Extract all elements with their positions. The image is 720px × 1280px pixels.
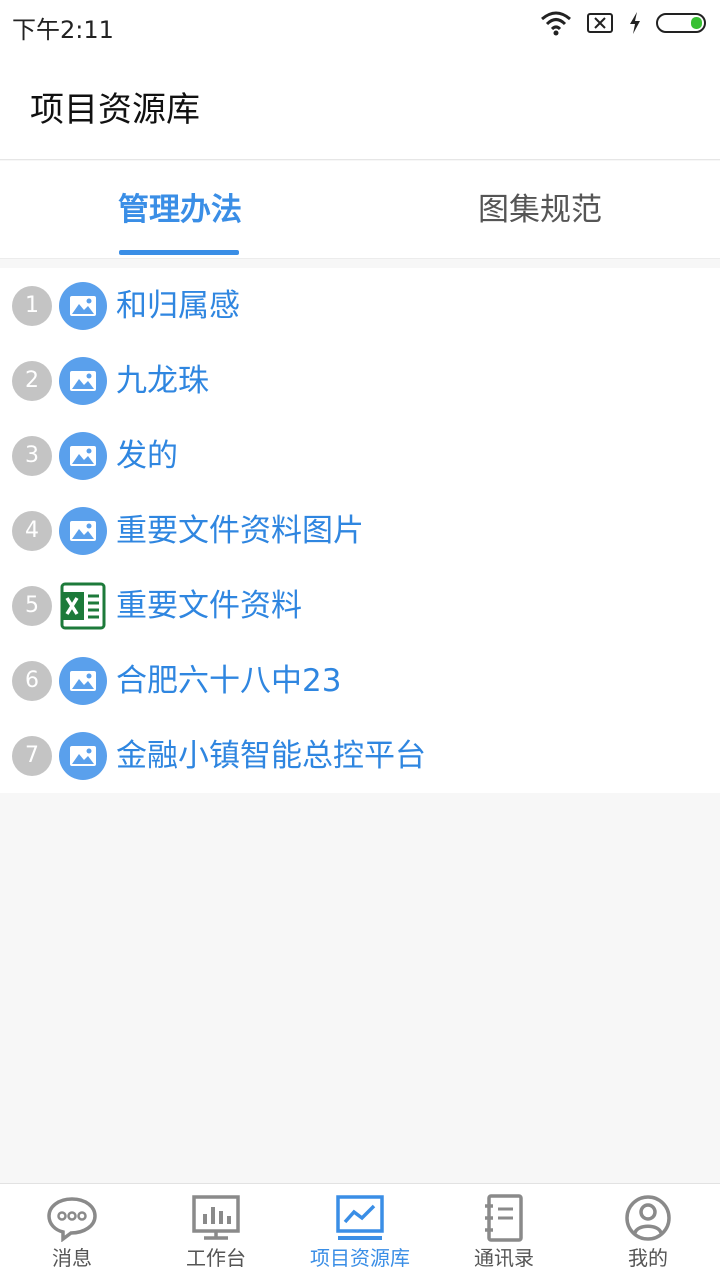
app-bar: 项目资源库	[0, 50, 720, 160]
nav-project-library[interactable]: 项目资源库	[288, 1184, 432, 1280]
image-icon	[59, 357, 107, 405]
status-bar: 下午2:11	[0, 0, 720, 50]
index-badge: 3	[12, 436, 52, 476]
list-item[interactable]: 6 合肥六十八中23	[0, 643, 720, 718]
image-icon	[59, 657, 107, 705]
index-badge: 5	[12, 586, 52, 626]
bottom-nav: 消息 工作台 项目资源库 通讯录 我的	[0, 1183, 720, 1280]
profile-icon	[622, 1194, 674, 1242]
status-icons	[540, 10, 708, 40]
file-list: 1 和归属感 2 九龙珠 3 发的 4 重要文件资料图片 5 重要文件资料 6	[0, 268, 720, 793]
contacts-icon	[478, 1194, 530, 1242]
index-badge: 6	[12, 661, 52, 701]
nav-contacts[interactable]: 通讯录	[432, 1184, 576, 1280]
tab-indicator	[119, 250, 239, 255]
nav-label: 消息	[52, 1246, 92, 1270]
message-icon	[46, 1194, 98, 1243]
image-icon	[59, 282, 107, 330]
status-time: 下午2:11	[12, 16, 114, 44]
file-name: 和归属感	[116, 288, 240, 324]
index-badge: 1	[12, 286, 52, 326]
tab-bar: 管理办法 图集规范	[0, 161, 720, 259]
index-badge: 4	[12, 511, 52, 551]
chart-icon	[334, 1194, 386, 1242]
file-name: 重要文件资料	[116, 588, 302, 624]
image-icon	[59, 732, 107, 780]
nav-messages[interactable]: 消息	[0, 1184, 144, 1280]
wifi-icon	[540, 10, 572, 40]
file-name: 重要文件资料图片	[116, 513, 364, 549]
list-item[interactable]: 7 金融小镇智能总控平台	[0, 718, 720, 793]
excel-icon	[59, 582, 107, 630]
file-name: 金融小镇智能总控平台	[116, 738, 426, 774]
nav-workbench[interactable]: 工作台	[144, 1184, 288, 1280]
file-name: 九龙珠	[116, 363, 209, 399]
index-badge: 7	[12, 736, 52, 776]
file-name: 合肥六十八中23	[116, 663, 342, 699]
page-title: 项目资源库	[30, 90, 200, 130]
nav-label: 项目资源库	[310, 1246, 410, 1270]
nav-label: 通讯录	[474, 1246, 534, 1270]
workbench-icon	[190, 1194, 242, 1242]
list-item[interactable]: 3 发的	[0, 418, 720, 493]
nav-label: 我的	[628, 1246, 668, 1270]
list-item[interactable]: 2 九龙珠	[0, 343, 720, 418]
tab-management[interactable]: 管理办法	[0, 161, 360, 259]
image-icon	[59, 507, 107, 555]
list-item[interactable]: 4 重要文件资料图片	[0, 493, 720, 568]
charging-icon	[628, 11, 642, 39]
nav-label: 工作台	[186, 1246, 246, 1270]
nav-profile[interactable]: 我的	[576, 1184, 720, 1280]
sim-none-icon	[586, 12, 614, 38]
image-icon	[59, 432, 107, 480]
file-name: 发的	[116, 438, 178, 474]
list-item[interactable]: 1 和归属感	[0, 268, 720, 343]
tab-atlas[interactable]: 图集规范	[360, 161, 720, 259]
index-badge: 2	[12, 361, 52, 401]
battery-icon	[656, 12, 708, 38]
list-item[interactable]: 5 重要文件资料	[0, 568, 720, 643]
